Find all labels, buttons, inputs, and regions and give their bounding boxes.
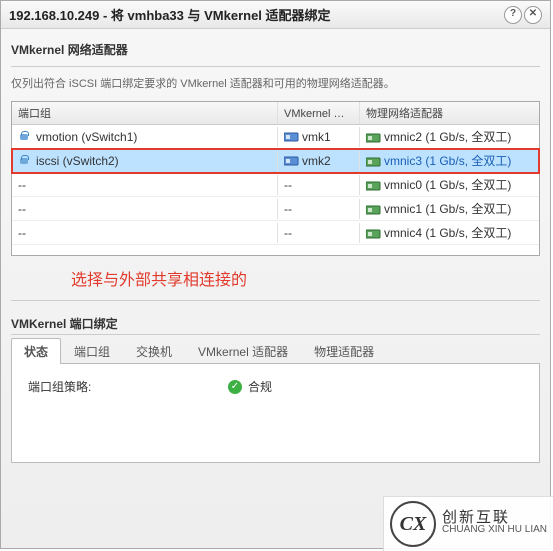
port-binding-title: VMKernel 端口绑定	[11, 315, 540, 332]
annotation-text: 选择与外部共享相连接的	[11, 262, 540, 292]
physical-nic-name: vmnic1	[384, 202, 425, 216]
divider	[11, 66, 540, 67]
cell-vmkernel: --	[278, 175, 360, 195]
cell-physical: vmnic4 (1 Gb/s, 全双工)	[360, 221, 539, 244]
physical-nic-icon	[366, 204, 380, 216]
cell-vmkernel: --	[278, 223, 360, 243]
grid-header: 端口组 VMkernel 适... 物理网络适配器	[12, 102, 539, 125]
tab-portgrp[interactable]: 端口组	[61, 338, 123, 364]
physical-nic-icon	[366, 228, 380, 240]
physical-nic-icon	[366, 156, 380, 168]
divider	[11, 300, 540, 301]
check-icon: ✓	[228, 380, 242, 394]
watermark-line1: 创新互联	[442, 512, 547, 524]
watermark-logo: CX	[390, 501, 436, 547]
dialog: 192.168.10.249 - 将 vmhba33 与 VMkernel 适配…	[0, 0, 551, 549]
physical-nic-detail: (1 Gb/s, 全双工)	[425, 130, 511, 144]
cell-physical: vmnic1 (1 Gb/s, 全双工)	[360, 197, 539, 220]
portgroup-text: vmotion (vSwitch1)	[36, 130, 137, 144]
physical-nic-name: vmnic4	[384, 226, 425, 240]
titlebar: 192.168.10.249 - 将 vmhba33 与 VMkernel 适配…	[1, 1, 550, 29]
physical-nic-name: vmnic0	[384, 178, 425, 192]
close-button[interactable]: ✕	[524, 6, 542, 24]
watermark-text: 创新互联 CHUANG XIN HU LIAN	[442, 512, 547, 536]
port-binding-section: VMKernel 端口绑定 状态端口组交换机VMkernel 适配器物理适配器 …	[11, 313, 540, 463]
cell-physical: vmnic2 (1 Gb/s, 全双工)	[360, 125, 539, 148]
help-button[interactable]: ?	[504, 6, 522, 24]
col-header-portgroup[interactable]: 端口组	[12, 102, 278, 124]
table-row[interactable]: ----vmnic4 (1 Gb/s, 全双工)	[12, 221, 539, 245]
grid-body[interactable]: vmotion (vSwitch1) vmk1 vmnic2 (1 Gb/s, 全双…	[12, 125, 539, 255]
table-row[interactable]: ----vmnic0 (1 Gb/s, 全双工)	[12, 173, 539, 197]
divider	[11, 334, 540, 335]
col-header-vmkernel[interactable]: VMkernel 适...	[278, 102, 360, 124]
cell-vmkernel: vmk2	[278, 151, 360, 171]
portgroup-icon	[18, 131, 32, 143]
policy-row: 端口组策略: ✓ 合规	[28, 378, 523, 395]
cell-physical: vmnic0 (1 Gb/s, 全双工)	[360, 173, 539, 196]
cell-vmkernel: --	[278, 199, 360, 219]
table-row[interactable]: vmotion (vSwitch1) vmk1 vmnic2 (1 Gb/s, 全双…	[12, 125, 539, 149]
cell-portgroup: vmotion (vSwitch1)	[12, 127, 278, 147]
vmk-nic-icon	[284, 131, 298, 143]
physical-nic-name: vmnic2	[384, 130, 425, 144]
titlebar-buttons: ? ✕	[504, 6, 542, 24]
physical-nic-detail: (1 Gb/s, 全双工)	[425, 178, 511, 192]
physical-nic-icon	[366, 180, 380, 192]
table-row[interactable]: ----vmnic1 (1 Gb/s, 全双工)	[12, 197, 539, 221]
vmk-text: vmk1	[302, 130, 331, 144]
cell-physical: vmnic3 (1 Gb/s, 全双工)	[360, 149, 539, 172]
status-panel: 端口组策略: ✓ 合规	[11, 364, 540, 463]
col-header-physical[interactable]: 物理网络适配器	[360, 102, 539, 124]
tab-status[interactable]: 状态	[11, 338, 61, 364]
cell-portgroup: --	[12, 223, 278, 243]
physical-nic-detail: (1 Gb/s, 全双工)	[425, 202, 511, 216]
adapters-grid: 端口组 VMkernel 适... 物理网络适配器 vmotion (vSwit…	[11, 101, 540, 256]
cell-portgroup: --	[12, 199, 278, 219]
vmkernel-section-subtitle: 仅列出符合 iSCSI 端口绑定要求的 VMkernel 适配器和可用的物理网络…	[11, 75, 540, 91]
vmkernel-section-title: VMkernel 网络适配器	[11, 41, 540, 58]
policy-value: ✓ 合规	[228, 378, 272, 395]
tabs: 状态端口组交换机VMkernel 适配器物理适配器	[11, 337, 540, 364]
physical-nic-icon	[366, 132, 380, 144]
policy-value-text: 合规	[248, 378, 272, 395]
physical-nic-detail: (1 Gb/s, 全双工)	[425, 154, 511, 168]
vmk-nic-icon	[284, 155, 298, 167]
watermark: CX 创新互联 CHUANG XIN HU LIAN	[383, 496, 553, 551]
cell-vmkernel: vmk1	[278, 127, 360, 147]
dialog-title: 192.168.10.249 - 将 vmhba33 与 VMkernel 适配…	[9, 5, 504, 24]
watermark-line2: CHUANG XIN HU LIAN	[442, 524, 547, 536]
physical-nic-name: vmnic3	[384, 154, 425, 168]
tab-vmknic[interactable]: VMkernel 适配器	[185, 338, 301, 364]
portgroup-icon	[18, 155, 32, 167]
portgroup-text: iscsi (vSwitch2)	[36, 154, 119, 168]
table-row[interactable]: iscsi (vSwitch2) vmk2 vmnic3 (1 Gb/s, 全双工)	[12, 149, 539, 173]
cell-portgroup: --	[12, 175, 278, 195]
policy-label: 端口组策略:	[28, 378, 228, 395]
tab-physnic[interactable]: 物理适配器	[301, 338, 387, 364]
cell-portgroup: iscsi (vSwitch2)	[12, 151, 278, 171]
tab-switch[interactable]: 交换机	[123, 338, 185, 364]
physical-nic-detail: (1 Gb/s, 全双工)	[425, 226, 511, 240]
dialog-body: VMkernel 网络适配器 仅列出符合 iSCSI 端口绑定要求的 VMker…	[1, 29, 550, 548]
vmk-text: vmk2	[302, 154, 331, 168]
